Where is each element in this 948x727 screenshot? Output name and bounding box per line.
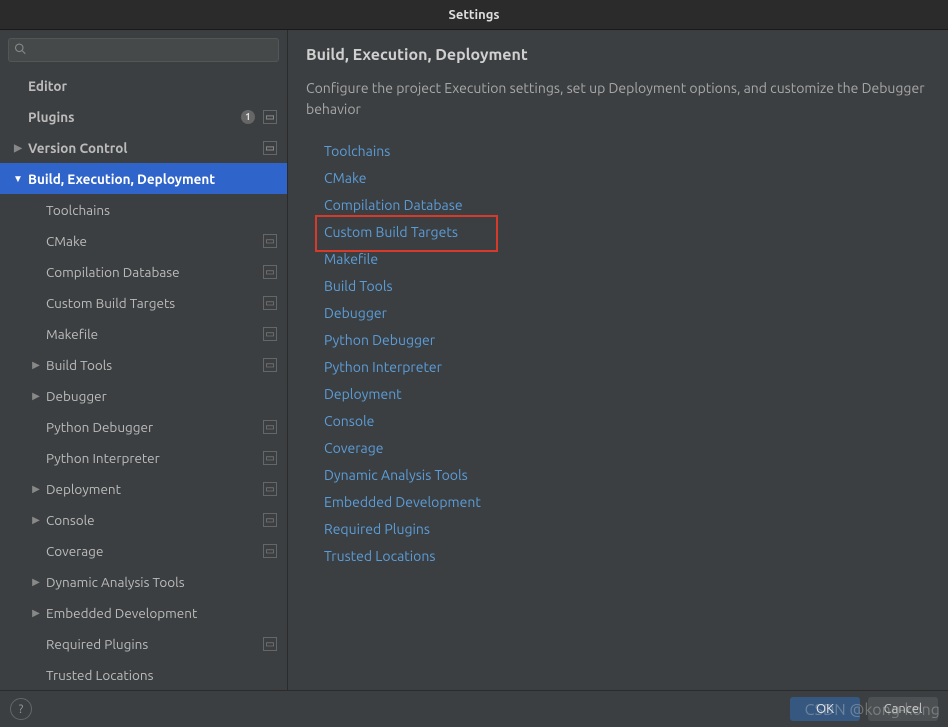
link-coverage[interactable]: Coverage <box>324 435 930 462</box>
window-title: Settings <box>448 8 499 22</box>
sidebar-item-plugins[interactable]: Plugins 1 ▭ <box>0 101 287 132</box>
sidebar-item-build-tools[interactable]: ▶ Build Tools ▭ <box>0 349 287 380</box>
sidebar-item-version-control[interactable]: ▶ Version Control ▭ <box>0 132 287 163</box>
dialog-footer: ? OK Cancel <box>0 690 948 727</box>
page-description: Configure the project Execution settings… <box>306 78 930 120</box>
project-settings-icon: ▭ <box>263 110 277 124</box>
content-area: Editor Plugins 1 ▭ ▶ Version Control ▭ ▼… <box>0 30 948 690</box>
sidebar-item-label: Python Interpreter <box>46 450 259 466</box>
link-debugger[interactable]: Debugger <box>324 300 930 327</box>
sidebar-item-custom-build-targets[interactable]: Custom Build Targets ▭ <box>0 287 287 318</box>
sidebar-item-cmake[interactable]: CMake ▭ <box>0 225 287 256</box>
sidebar-item-editor[interactable]: Editor <box>0 70 287 101</box>
project-settings-icon: ▭ <box>263 482 277 496</box>
link-deployment[interactable]: Deployment <box>324 381 930 408</box>
link-toolchains[interactable]: Toolchains <box>324 138 930 165</box>
sidebar-item-label: Version Control <box>28 140 259 156</box>
search-box <box>8 38 279 62</box>
chevron-right-icon: ▶ <box>12 142 24 154</box>
sidebar-item-embedded-development[interactable]: ▶ Embedded Development <box>0 597 287 628</box>
link-python-debugger[interactable]: Python Debugger <box>324 327 930 354</box>
sidebar-item-trusted-locations[interactable]: Trusted Locations <box>0 659 287 690</box>
sidebar-item-label: Dynamic Analysis Tools <box>46 574 277 590</box>
project-settings-icon: ▭ <box>263 513 277 527</box>
link-python-interpreter[interactable]: Python Interpreter <box>324 354 930 381</box>
sidebar-item-dynamic-analysis-tools[interactable]: ▶ Dynamic Analysis Tools <box>0 566 287 597</box>
page-title: Build, Execution, Deployment <box>306 46 930 64</box>
sidebar-item-label: Plugins <box>28 109 241 125</box>
project-settings-icon: ▭ <box>263 141 277 155</box>
sidebar-item-label: Coverage <box>46 543 259 559</box>
sidebar-item-label: Console <box>46 512 259 528</box>
search-wrap <box>0 30 287 70</box>
sidebar-item-build-execution-deployment[interactable]: ▼ Build, Execution, Deployment <box>0 163 287 194</box>
sidebar-item-makefile[interactable]: Makefile ▭ <box>0 318 287 349</box>
link-required-plugins[interactable]: Required Plugins <box>324 516 930 543</box>
chevron-right-icon: ▶ <box>30 514 42 526</box>
sidebar-item-python-interpreter[interactable]: Python Interpreter ▭ <box>0 442 287 473</box>
sidebar-item-label: Custom Build Targets <box>46 295 259 311</box>
window-titlebar: Settings <box>0 0 948 30</box>
search-input[interactable] <box>8 38 279 62</box>
sidebar-item-coverage[interactable]: Coverage ▭ <box>0 535 287 566</box>
sidebar-item-label: Editor <box>28 78 277 94</box>
button-label: OK <box>816 702 834 716</box>
chevron-down-icon: ▼ <box>12 173 24 185</box>
chevron-right-icon: ▶ <box>30 359 42 371</box>
project-settings-icon: ▭ <box>263 637 277 651</box>
chevron-right-icon: ▶ <box>30 576 42 588</box>
link-build-tools[interactable]: Build Tools <box>324 273 930 300</box>
sidebar-item-label: Makefile <box>46 326 259 342</box>
sidebar-item-label: Deployment <box>46 481 259 497</box>
sidebar-item-label: Required Plugins <box>46 636 259 652</box>
project-settings-icon: ▭ <box>263 327 277 341</box>
project-settings-icon: ▭ <box>263 544 277 558</box>
project-settings-icon: ▭ <box>263 451 277 465</box>
link-compilation-database[interactable]: Compilation Database <box>324 192 930 219</box>
sidebar-item-console[interactable]: ▶ Console ▭ <box>0 504 287 535</box>
project-settings-icon: ▭ <box>263 358 277 372</box>
link-console[interactable]: Console <box>324 408 930 435</box>
sidebar-item-label: Build Tools <box>46 357 259 373</box>
sidebar-item-compilation-database[interactable]: Compilation Database ▭ <box>0 256 287 287</box>
link-custom-build-targets[interactable]: Custom Build Targets <box>324 219 930 246</box>
chevron-right-icon: ▶ <box>30 607 42 619</box>
chevron-right-icon: ▶ <box>30 483 42 495</box>
project-settings-icon: ▭ <box>263 420 277 434</box>
sidebar-item-label: Build, Execution, Deployment <box>28 171 277 187</box>
help-button[interactable]: ? <box>10 698 32 720</box>
project-settings-icon: ▭ <box>263 234 277 248</box>
sidebar-item-label: Embedded Development <box>46 605 277 621</box>
link-cmake[interactable]: CMake <box>324 165 930 192</box>
sub-page-links: Toolchains CMake Compilation Database Cu… <box>306 138 930 570</box>
sidebar-item-label: Compilation Database <box>46 264 259 280</box>
button-label: Cancel <box>884 702 923 716</box>
search-icon <box>14 43 26 58</box>
sidebar-item-label: Debugger <box>46 388 277 404</box>
link-makefile[interactable]: Makefile <box>324 246 930 273</box>
project-settings-icon: ▭ <box>263 296 277 310</box>
sidebar-item-python-debugger[interactable]: Python Debugger ▭ <box>0 411 287 442</box>
cancel-button[interactable]: Cancel <box>868 697 938 721</box>
link-trusted-locations[interactable]: Trusted Locations <box>324 543 930 570</box>
notification-badge-icon: 1 <box>241 110 255 124</box>
sidebar-item-debugger[interactable]: ▶ Debugger <box>0 380 287 411</box>
settings-tree[interactable]: Editor Plugins 1 ▭ ▶ Version Control ▭ ▼… <box>0 70 287 690</box>
link-embedded-development[interactable]: Embedded Development <box>324 489 930 516</box>
sidebar-item-label: Python Debugger <box>46 419 259 435</box>
sidebar-item-toolchains[interactable]: Toolchains <box>0 194 287 225</box>
settings-main-panel: Build, Execution, Deployment Configure t… <box>288 30 948 690</box>
sidebar-item-label: Trusted Locations <box>46 667 277 683</box>
help-icon: ? <box>19 703 24 716</box>
chevron-right-icon: ▶ <box>30 390 42 402</box>
ok-button[interactable]: OK <box>790 697 860 721</box>
project-settings-icon: ▭ <box>263 265 277 279</box>
settings-sidebar: Editor Plugins 1 ▭ ▶ Version Control ▭ ▼… <box>0 30 288 690</box>
sidebar-item-required-plugins[interactable]: Required Plugins ▭ <box>0 628 287 659</box>
link-dynamic-analysis-tools[interactable]: Dynamic Analysis Tools <box>324 462 930 489</box>
sidebar-item-label: Toolchains <box>46 202 277 218</box>
sidebar-item-deployment[interactable]: ▶ Deployment ▭ <box>0 473 287 504</box>
sidebar-item-label: CMake <box>46 233 259 249</box>
